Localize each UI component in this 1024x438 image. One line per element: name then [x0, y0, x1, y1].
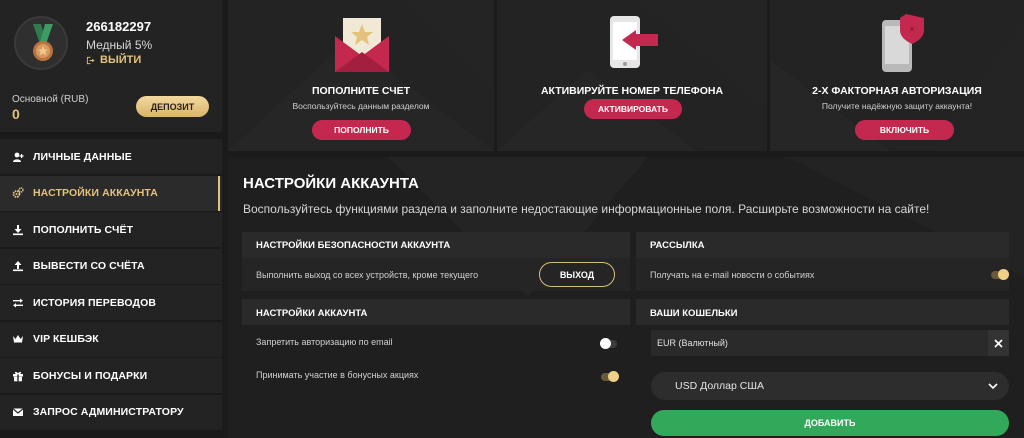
ban-email-auth-row: Запретить авторизацию по email [242, 327, 630, 357]
bonus-label: Принимать участие в бонусных акциях [256, 370, 419, 380]
account-settings-panel: НАСТРОЙКИ АККАУНТА Воспользуйтесь функци… [228, 157, 1024, 438]
profile-card: 266182297 Медный 5% ВЫЙТИ Основной (RUB)… [0, 0, 222, 132]
email-news-row: Получать на e-mail новости о событиях [636, 258, 1009, 291]
close-icon [994, 338, 1003, 348]
phone-activation-card: АКТИВИРУЙТЕ НОМЕР ТЕЛЕФОНА АКТИВИРОВАТЬ [497, 0, 767, 151]
medal-icon [33, 24, 53, 61]
sidebar-item-label: ПОПОЛНИТЬ СЧЁТ [33, 223, 134, 236]
newsletter-section-title: РАССЫЛКА [650, 240, 705, 251]
account-section-title: НАСТРОЙКИ АККАУНТА [256, 308, 368, 319]
deposit-card-title: ПОПОЛНИТЕ СЧЕТ [311, 85, 411, 97]
toggle-knob [600, 338, 611, 349]
two-factor-card-subtitle: Получите надёжную защиту аккаунта! [821, 101, 973, 111]
crown-icon [12, 333, 24, 345]
logout-all-button[interactable]: ВЫХОД [539, 262, 615, 287]
toggle-knob [608, 371, 619, 382]
svg-text:✕: ✕ [909, 25, 916, 34]
sidebar-item-label: ВЫВЕСТИ СО СЧЁТА [33, 260, 145, 272]
email-news-label: Получать на e-mail новости о событиях [650, 270, 815, 280]
security-section-header: НАСТРОЙКИ БЕЗОПАСНОСТИ АККАУНТА [242, 232, 630, 258]
page-title: НАСТРОЙКИ АККАУНТА [243, 175, 419, 192]
chevron-down-icon [988, 383, 998, 390]
phone-arrow-icon [610, 16, 658, 68]
wallets-section-header: ВАШИ КОШЕЛЬКИ [636, 299, 1009, 325]
bonus-toggle[interactable] [601, 371, 619, 382]
sidebar-item-admin-request[interactable]: ЗАПРОС АДМИНИСТРАТОРУ [0, 394, 222, 430]
deposit-card-subtitle: Воспользуйтесь данным разделом [292, 101, 430, 111]
deposit-button[interactable]: ДЕПОЗИТ [136, 96, 209, 117]
balance-label: Основной (RUB) [12, 94, 89, 105]
phone-card-title: АКТИВИРУЙТЕ НОМЕР ТЕЛЕФОНА [540, 85, 724, 97]
account-section-header: НАСТРОЙКИ АККАУНТА [242, 299, 630, 325]
transfer-arrows-icon [12, 297, 24, 309]
phone-card-button[interactable]: АКТИВИРОВАТЬ [584, 99, 682, 119]
two-factor-card: ✕ 2-Х ФАКТОРНАЯ АВТОРИЗАЦИЯ Получите над… [770, 0, 1024, 151]
add-wallet-button[interactable]: ДОБАВИТЬ [651, 410, 1009, 436]
toggle-knob [998, 269, 1009, 280]
sidebar: 266182297 Медный 5% ВЫЙТИ Основной (RUB)… [0, 0, 222, 438]
sidebar-item-transfer-history[interactable]: ИСТОРИЯ ПЕРЕВОДОВ [0, 285, 222, 320]
sidebar-item-account-settings[interactable]: НАСТРОЙКИ АККАУНТА [0, 175, 222, 211]
logout-icon [86, 56, 95, 64]
avatar [14, 16, 68, 70]
bonus-row: Принимать участие в бонусных акциях [242, 360, 630, 390]
logout-link[interactable]: ВЫЙТИ [86, 54, 141, 66]
wallet-value: EUR (Валютный) [657, 338, 728, 348]
two-factor-card-title: 2-Х ФАКТОРНАЯ АВТОРИЗАЦИЯ [812, 85, 982, 97]
sidebar-item-label: ИСТОРИЯ ПЕРЕВОДОВ [33, 296, 157, 309]
sidebar-item-withdraw[interactable]: ВЫВЕСТИ СО СЧЁТА [0, 248, 222, 284]
wallet-field[interactable]: EUR (Валютный) [651, 330, 994, 356]
currency-select[interactable]: USD Доллар США [651, 372, 1009, 400]
user-id: 266182297 [86, 19, 152, 34]
sidebar-menu: ЛИЧНЫЕ ДАННЫЕ НАСТРОЙКИ АККАУНТА ПОПОЛНИ… [0, 139, 222, 431]
ban-email-auth-toggle[interactable] [600, 338, 617, 349]
ban-email-auth-label: Запретить авторизацию по email [256, 337, 393, 347]
sidebar-item-deposit[interactable]: ПОПОЛНИТЬ СЧЁТ [0, 212, 222, 247]
download-icon [12, 224, 24, 236]
logout-all-label: Выполнить выход со всех устройств, кроме… [256, 270, 479, 280]
gears-icon [12, 187, 24, 199]
security-section-title: НАСТРОЙКИ БЕЗОПАСНОСТИ АККАУНТА [256, 240, 451, 251]
sidebar-item-vip-cashback[interactable]: VIP КЕШБЭК [0, 321, 222, 357]
newsletter-section-header: РАССЫЛКА [636, 232, 1009, 258]
email-news-toggle[interactable] [991, 269, 1009, 280]
sidebar-item-personal-data[interactable]: ЛИЧНЫЕ ДАННЫЕ [0, 139, 222, 174]
sidebar-item-label: VIP КЕШБЭК [33, 333, 99, 345]
deposit-card: ПОПОЛНИТЕ СЧЕТ Воспользуйтесь данным раз… [228, 0, 494, 151]
sidebar-item-label: ЛИЧНЫЕ ДАННЫЕ [33, 150, 132, 163]
user-level: Медный 5% [86, 38, 153, 52]
two-factor-card-button[interactable]: ВКЛЮЧИТЬ [855, 120, 954, 140]
balance-value: 0 [12, 106, 20, 122]
sidebar-item-label: ЗАПРОС АДМИНИСТРАТОРУ [33, 406, 184, 418]
page-description: Воспользуйтесь функциями раздела и запол… [243, 202, 930, 216]
gift-icon [12, 370, 24, 382]
sidebar-item-bonuses[interactable]: БОНУСЫ И ПОДАРКИ [0, 358, 222, 393]
deposit-card-button[interactable]: ПОПОЛНИТЬ [312, 120, 411, 140]
user-plus-icon [12, 151, 24, 163]
sidebar-item-label: БОНУСЫ И ПОДАРКИ [33, 369, 148, 382]
wallets-section-title: ВАШИ КОШЕЛЬКИ [650, 308, 738, 319]
currency-selected: USD Доллар США [675, 380, 764, 392]
envelope-star-icon [335, 18, 389, 72]
logout-label: ВЫЙТИ [100, 54, 142, 66]
envelope-icon [12, 406, 24, 418]
phone-shield-icon: ✕ [882, 14, 924, 72]
wallet-remove-button[interactable] [988, 330, 1009, 356]
upload-icon [12, 260, 24, 272]
sidebar-item-label: НАСТРОЙКИ АККАУНТА [33, 187, 158, 199]
